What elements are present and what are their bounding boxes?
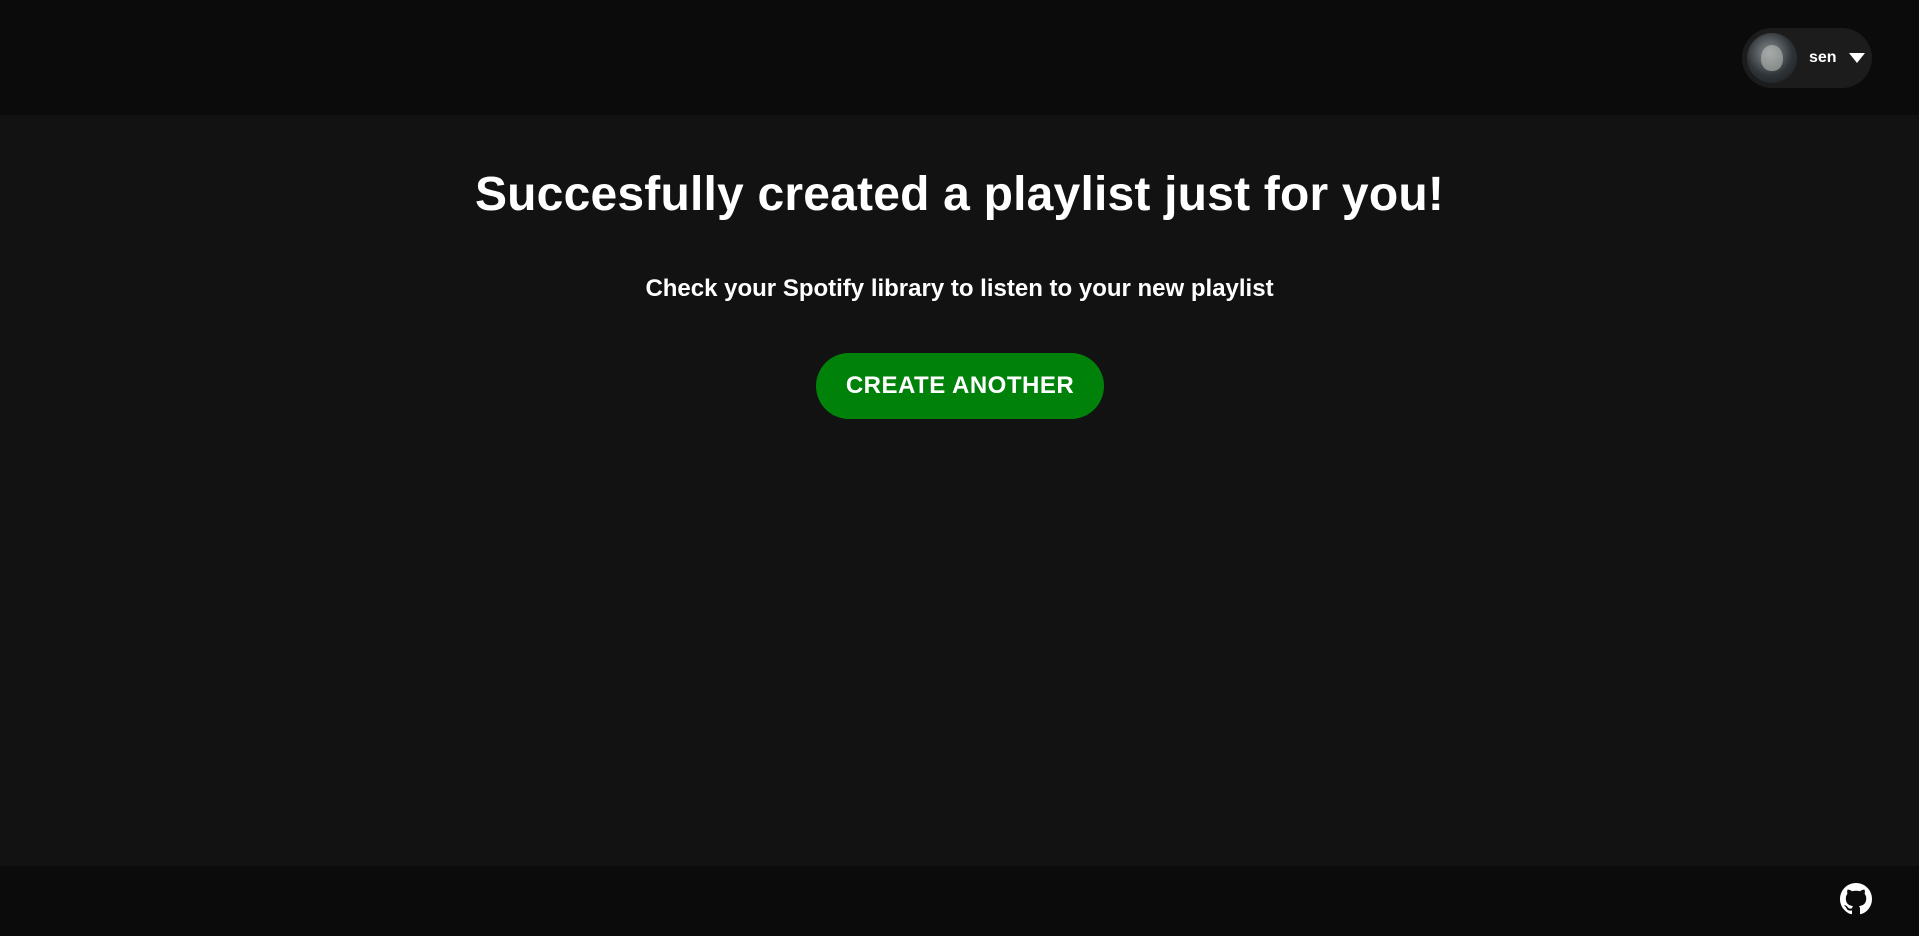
page-title: Succesfully created a playlist just for …: [474, 168, 1445, 221]
main-content: Succesfully created a playlist just for …: [0, 115, 1919, 866]
avatar: [1747, 33, 1797, 83]
user-menu-button[interactable]: sen: [1742, 28, 1872, 88]
page-subtitle: Check your Spotify library to listen to …: [645, 275, 1274, 302]
caret-down-icon: [1848, 53, 1865, 63]
top-bar: sen: [0, 0, 1919, 115]
create-another-button[interactable]: CREATE ANOTHER: [816, 353, 1104, 419]
github-icon: [1840, 883, 1872, 915]
username: sen: [1809, 49, 1837, 66]
footer: [0, 866, 1919, 936]
github-link[interactable]: [1840, 883, 1872, 915]
